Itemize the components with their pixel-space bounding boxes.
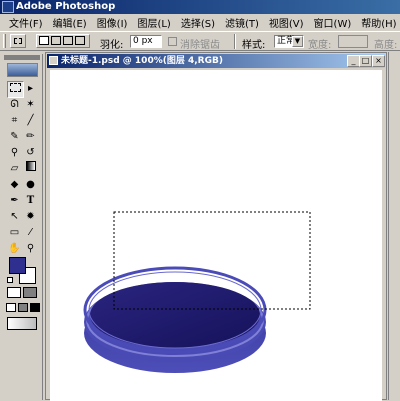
screen-mode-full-menu-icon[interactable] xyxy=(18,303,28,312)
menu-window[interactable]: 窗口(W) xyxy=(309,15,357,30)
document-title: 未标题-1.psd @ 100%(图层 4,RGB) xyxy=(61,56,223,66)
feather-label: 羽化: xyxy=(100,40,124,51)
menu-image[interactable]: 图像(I) xyxy=(92,15,133,30)
hand-icon[interactable]: ✋ xyxy=(7,241,22,256)
menu-help[interactable]: 帮助(H) xyxy=(356,15,400,30)
lasso-icon[interactable]: ᘏ xyxy=(7,97,22,112)
eraser-icon[interactable]: ▱ xyxy=(7,161,22,176)
document-canvas[interactable] xyxy=(50,70,382,401)
menu-edit[interactable]: 编辑(E) xyxy=(48,15,92,30)
document-title-bar: 未标题-1.psd @ 100%(图层 4,RGB) xyxy=(47,54,385,68)
feather-input[interactable]: 0 px xyxy=(130,35,162,48)
toolbox-title-bar xyxy=(4,55,40,60)
screen-mode-standard-icon[interactable] xyxy=(6,303,16,312)
app-title: Adobe Photoshop xyxy=(16,1,116,12)
menu-file[interactable]: 文件(F) xyxy=(4,15,48,30)
width-input[interactable] xyxy=(338,35,368,48)
options-grip xyxy=(3,34,6,48)
brush-icon[interactable]: ✎ xyxy=(7,129,22,144)
foreground-color-swatch[interactable] xyxy=(9,257,26,274)
close-icon[interactable]: × xyxy=(372,55,385,67)
clone-stamp-icon[interactable]: ⚲ xyxy=(7,145,22,160)
blur-icon[interactable]: ◆ xyxy=(7,177,22,192)
style-label: 样式: xyxy=(242,40,266,51)
menu-select[interactable]: 选择(S) xyxy=(176,15,220,30)
height-label: 高度: xyxy=(374,40,398,51)
move-icon[interactable]: ▸ xyxy=(23,81,38,96)
width-label: 宽度: xyxy=(308,40,332,51)
menu-layer[interactable]: 图层(L) xyxy=(132,15,175,30)
marquee-preset-icon[interactable] xyxy=(10,34,26,48)
marquee-icon[interactable] xyxy=(7,81,24,98)
custom-shape-icon[interactable]: ✹ xyxy=(23,209,38,224)
slice-icon[interactable]: ╱ xyxy=(23,113,38,128)
jump-to-imageready-icon[interactable] xyxy=(7,317,37,330)
path-select-icon[interactable]: ↖ xyxy=(7,209,22,224)
app-title-bar: Adobe Photoshop xyxy=(0,0,400,14)
subtract-selection-icon[interactable] xyxy=(63,36,73,45)
adobe-logo-icon[interactable] xyxy=(7,63,38,77)
menu-filter[interactable]: 滤镜(T) xyxy=(220,15,264,30)
default-colors-icon[interactable] xyxy=(7,277,13,283)
new-selection-icon[interactable] xyxy=(39,36,49,45)
workspace-right-edge xyxy=(388,52,400,400)
history-brush-icon[interactable]: ↺ xyxy=(23,145,38,160)
document-window: 未标题-1.psd @ 100%(图层 4,RGB) _ □ × xyxy=(45,52,387,401)
eyedropper-icon[interactable]: ⁄ xyxy=(23,225,38,240)
antialias-label: 消除锯齿 xyxy=(180,40,220,51)
notes-icon[interactable]: ▭ xyxy=(7,225,22,240)
pencil-icon[interactable]: ✏ xyxy=(23,129,38,144)
intersect-selection-icon[interactable] xyxy=(75,36,85,45)
type-icon[interactable]: T xyxy=(23,193,38,208)
photoshop-app-icon xyxy=(2,1,14,13)
standard-mode-icon[interactable] xyxy=(7,287,21,298)
quick-mask-mode-icon[interactable] xyxy=(23,287,37,298)
document-icon xyxy=(49,56,58,65)
dish-top-surface xyxy=(90,282,260,348)
add-selection-icon[interactable] xyxy=(51,36,61,45)
pen-icon[interactable]: ✒ xyxy=(7,193,22,208)
dodge-icon[interactable]: ● xyxy=(23,177,38,192)
crop-icon[interactable]: ⌗ xyxy=(7,113,22,128)
maximize-icon[interactable]: □ xyxy=(359,55,372,67)
magic-wand-icon[interactable]: ✶ xyxy=(23,97,38,112)
screen-mode-full-icon[interactable] xyxy=(30,303,40,312)
gradient-icon[interactable] xyxy=(23,161,38,176)
menu-view[interactable]: 视图(V) xyxy=(264,15,309,30)
antialias-checkbox[interactable] xyxy=(168,37,177,46)
canvas-artwork xyxy=(83,211,311,373)
options-bar: 羽化: 0 px 消除锯齿 样式: 正常 ▼ 宽度: 高度: xyxy=(0,31,400,51)
zoom-icon[interactable]: ⚲ xyxy=(23,241,38,256)
feather-value: 0 px xyxy=(133,36,153,46)
toolbox: ▸ ᘏ ✶ ⌗ ╱ ✎ ✏ ⚲ ↺ ▱ ◆ ● ✒ T ↖ ✹ ▭ ⁄ ✋ ⚲ xyxy=(2,54,43,400)
chevron-down-icon[interactable]: ▼ xyxy=(292,36,303,47)
menu-bar: 文件(F) 编辑(E) 图像(I) 图层(L) 选择(S) 滤镜(T) 视图(V… xyxy=(0,14,400,30)
options-divider xyxy=(234,34,236,49)
